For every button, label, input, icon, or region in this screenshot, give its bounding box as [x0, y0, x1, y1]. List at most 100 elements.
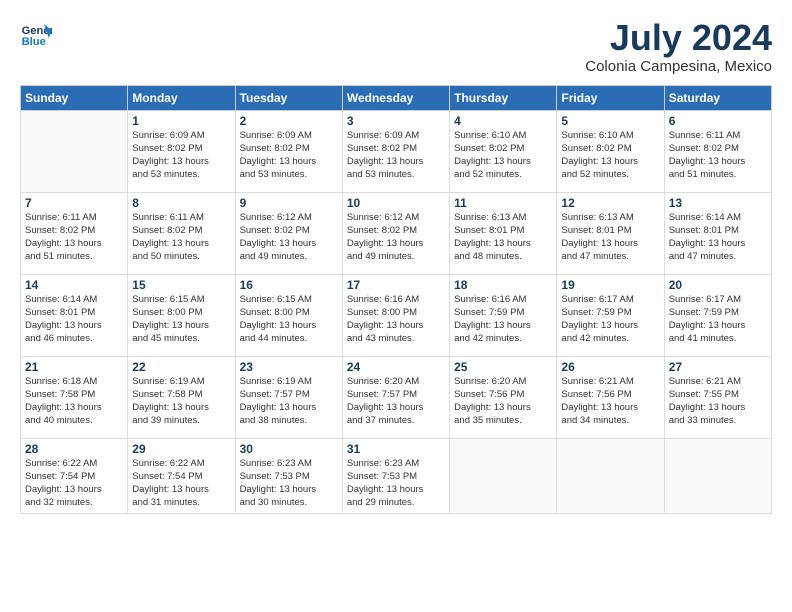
day-number: 28	[25, 442, 123, 456]
day-info: Sunrise: 6:13 AM Sunset: 8:01 PM Dayligh…	[561, 211, 659, 264]
col-saturday: Saturday	[664, 85, 771, 110]
calendar-cell: 28Sunrise: 6:22 AM Sunset: 7:54 PM Dayli…	[21, 438, 128, 513]
day-number: 17	[347, 278, 445, 292]
calendar-cell: 7Sunrise: 6:11 AM Sunset: 8:02 PM Daylig…	[21, 192, 128, 274]
calendar-cell: 2Sunrise: 6:09 AM Sunset: 8:02 PM Daylig…	[235, 110, 342, 192]
day-number: 25	[454, 360, 552, 374]
day-number: 21	[25, 360, 123, 374]
calendar-cell: 11Sunrise: 6:13 AM Sunset: 8:01 PM Dayli…	[450, 192, 557, 274]
calendar-cell: 10Sunrise: 6:12 AM Sunset: 8:02 PM Dayli…	[342, 192, 449, 274]
day-info: Sunrise: 6:10 AM Sunset: 8:02 PM Dayligh…	[454, 129, 552, 182]
day-info: Sunrise: 6:23 AM Sunset: 7:53 PM Dayligh…	[347, 457, 445, 510]
day-number: 13	[669, 196, 767, 210]
day-number: 11	[454, 196, 552, 210]
calendar-cell: 4Sunrise: 6:10 AM Sunset: 8:02 PM Daylig…	[450, 110, 557, 192]
col-friday: Friday	[557, 85, 664, 110]
calendar-cell: 16Sunrise: 6:15 AM Sunset: 8:00 PM Dayli…	[235, 274, 342, 356]
day-number: 10	[347, 196, 445, 210]
day-info: Sunrise: 6:09 AM Sunset: 8:02 PM Dayligh…	[347, 129, 445, 182]
calendar-cell: 18Sunrise: 6:16 AM Sunset: 7:59 PM Dayli…	[450, 274, 557, 356]
day-info: Sunrise: 6:23 AM Sunset: 7:53 PM Dayligh…	[240, 457, 338, 510]
day-number: 7	[25, 196, 123, 210]
svg-text:Blue: Blue	[22, 36, 46, 48]
calendar-cell: 29Sunrise: 6:22 AM Sunset: 7:54 PM Dayli…	[128, 438, 235, 513]
column-headers: Sunday Monday Tuesday Wednesday Thursday…	[21, 85, 772, 110]
day-number: 18	[454, 278, 552, 292]
calendar-cell: 20Sunrise: 6:17 AM Sunset: 7:59 PM Dayli…	[664, 274, 771, 356]
day-info: Sunrise: 6:10 AM Sunset: 8:02 PM Dayligh…	[561, 129, 659, 182]
day-number: 27	[669, 360, 767, 374]
calendar-cell: 1Sunrise: 6:09 AM Sunset: 8:02 PM Daylig…	[128, 110, 235, 192]
calendar-cell: 23Sunrise: 6:19 AM Sunset: 7:57 PM Dayli…	[235, 356, 342, 438]
calendar-cell: 19Sunrise: 6:17 AM Sunset: 7:59 PM Dayli…	[557, 274, 664, 356]
calendar-cell: 30Sunrise: 6:23 AM Sunset: 7:53 PM Dayli…	[235, 438, 342, 513]
day-info: Sunrise: 6:09 AM Sunset: 8:02 PM Dayligh…	[240, 129, 338, 182]
calendar-cell: 31Sunrise: 6:23 AM Sunset: 7:53 PM Dayli…	[342, 438, 449, 513]
day-info: Sunrise: 6:20 AM Sunset: 7:56 PM Dayligh…	[454, 375, 552, 428]
calendar-week-5: 28Sunrise: 6:22 AM Sunset: 7:54 PM Dayli…	[21, 438, 772, 513]
day-number: 26	[561, 360, 659, 374]
calendar-cell: 3Sunrise: 6:09 AM Sunset: 8:02 PM Daylig…	[342, 110, 449, 192]
day-info: Sunrise: 6:13 AM Sunset: 8:01 PM Dayligh…	[454, 211, 552, 264]
col-wednesday: Wednesday	[342, 85, 449, 110]
day-info: Sunrise: 6:11 AM Sunset: 8:02 PM Dayligh…	[25, 211, 123, 264]
day-info: Sunrise: 6:18 AM Sunset: 7:58 PM Dayligh…	[25, 375, 123, 428]
day-info: Sunrise: 6:09 AM Sunset: 8:02 PM Dayligh…	[132, 129, 230, 182]
logo: General Blue	[20, 18, 52, 50]
day-number: 29	[132, 442, 230, 456]
col-sunday: Sunday	[21, 85, 128, 110]
day-info: Sunrise: 6:12 AM Sunset: 8:02 PM Dayligh…	[347, 211, 445, 264]
calendar-cell: 13Sunrise: 6:14 AM Sunset: 8:01 PM Dayli…	[664, 192, 771, 274]
calendar-cell	[664, 438, 771, 513]
day-number: 14	[25, 278, 123, 292]
calendar-week-2: 7Sunrise: 6:11 AM Sunset: 8:02 PM Daylig…	[21, 192, 772, 274]
day-info: Sunrise: 6:19 AM Sunset: 7:58 PM Dayligh…	[132, 375, 230, 428]
calendar-week-1: 1Sunrise: 6:09 AM Sunset: 8:02 PM Daylig…	[21, 110, 772, 192]
calendar-cell: 15Sunrise: 6:15 AM Sunset: 8:00 PM Dayli…	[128, 274, 235, 356]
day-number: 3	[347, 114, 445, 128]
calendar-cell	[450, 438, 557, 513]
calendar-cell: 26Sunrise: 6:21 AM Sunset: 7:56 PM Dayli…	[557, 356, 664, 438]
day-info: Sunrise: 6:21 AM Sunset: 7:55 PM Dayligh…	[669, 375, 767, 428]
day-info: Sunrise: 6:22 AM Sunset: 7:54 PM Dayligh…	[25, 457, 123, 510]
day-info: Sunrise: 6:17 AM Sunset: 7:59 PM Dayligh…	[561, 293, 659, 346]
calendar-cell: 6Sunrise: 6:11 AM Sunset: 8:02 PM Daylig…	[664, 110, 771, 192]
month-title: July 2024	[585, 18, 772, 58]
day-info: Sunrise: 6:20 AM Sunset: 7:57 PM Dayligh…	[347, 375, 445, 428]
day-info: Sunrise: 6:17 AM Sunset: 7:59 PM Dayligh…	[669, 293, 767, 346]
day-number: 15	[132, 278, 230, 292]
day-info: Sunrise: 6:14 AM Sunset: 8:01 PM Dayligh…	[669, 211, 767, 264]
day-number: 2	[240, 114, 338, 128]
calendar-cell: 14Sunrise: 6:14 AM Sunset: 8:01 PM Dayli…	[21, 274, 128, 356]
calendar-cell: 27Sunrise: 6:21 AM Sunset: 7:55 PM Dayli…	[664, 356, 771, 438]
day-number: 20	[669, 278, 767, 292]
location: Colonia Campesina, Mexico	[585, 58, 772, 75]
day-number: 8	[132, 196, 230, 210]
day-number: 1	[132, 114, 230, 128]
col-monday: Monday	[128, 85, 235, 110]
day-number: 23	[240, 360, 338, 374]
day-info: Sunrise: 6:14 AM Sunset: 8:01 PM Dayligh…	[25, 293, 123, 346]
calendar-cell: 5Sunrise: 6:10 AM Sunset: 8:02 PM Daylig…	[557, 110, 664, 192]
calendar-cell: 24Sunrise: 6:20 AM Sunset: 7:57 PM Dayli…	[342, 356, 449, 438]
col-thursday: Thursday	[450, 85, 557, 110]
col-tuesday: Tuesday	[235, 85, 342, 110]
day-number: 12	[561, 196, 659, 210]
calendar-table: Sunday Monday Tuesday Wednesday Thursday…	[20, 85, 772, 514]
day-number: 31	[347, 442, 445, 456]
day-number: 24	[347, 360, 445, 374]
day-info: Sunrise: 6:21 AM Sunset: 7:56 PM Dayligh…	[561, 375, 659, 428]
logo-icon: General Blue	[20, 18, 52, 50]
day-info: Sunrise: 6:11 AM Sunset: 8:02 PM Dayligh…	[132, 211, 230, 264]
day-number: 4	[454, 114, 552, 128]
calendar-week-4: 21Sunrise: 6:18 AM Sunset: 7:58 PM Dayli…	[21, 356, 772, 438]
day-info: Sunrise: 6:16 AM Sunset: 8:00 PM Dayligh…	[347, 293, 445, 346]
calendar-cell: 21Sunrise: 6:18 AM Sunset: 7:58 PM Dayli…	[21, 356, 128, 438]
calendar-cell	[21, 110, 128, 192]
day-number: 5	[561, 114, 659, 128]
day-number: 19	[561, 278, 659, 292]
calendar-cell: 17Sunrise: 6:16 AM Sunset: 8:00 PM Dayli…	[342, 274, 449, 356]
calendar-cell: 8Sunrise: 6:11 AM Sunset: 8:02 PM Daylig…	[128, 192, 235, 274]
day-number: 30	[240, 442, 338, 456]
day-number: 22	[132, 360, 230, 374]
